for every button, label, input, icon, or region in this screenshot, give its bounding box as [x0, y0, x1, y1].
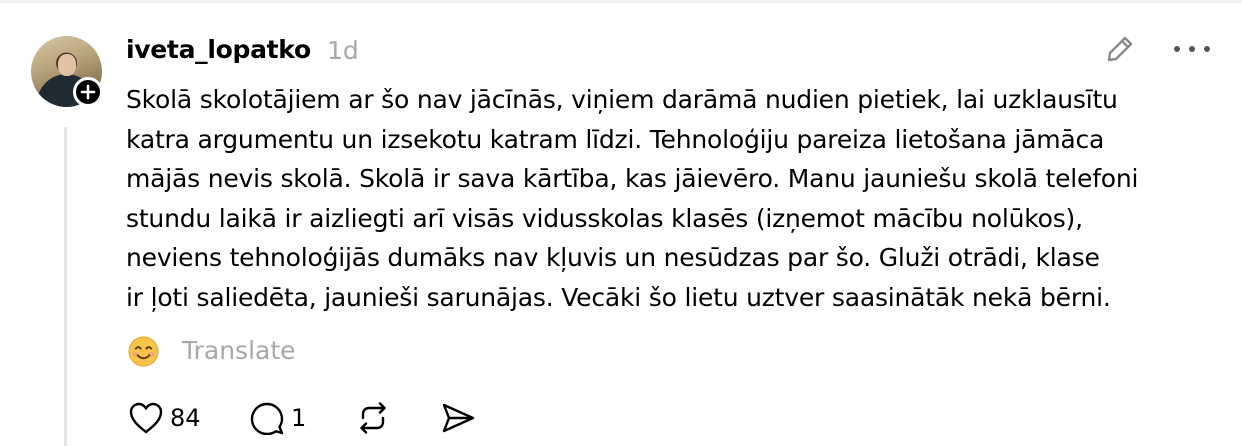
reply-count: 1: [291, 404, 307, 432]
speech-bubble-icon: [250, 402, 284, 435]
repost-icon: [360, 402, 386, 434]
post-body: Skolā skolotājiem ar šo nav jācīnās, viņ…: [126, 80, 1226, 317]
top-divider: [0, 0, 1242, 3]
like-count: 84: [170, 404, 201, 432]
follow-button[interactable]: [73, 77, 103, 107]
post-text-line: Skolā skolotājiem ar šo nav jācīnās, viņ…: [126, 85, 1118, 114]
timestamp[interactable]: 1d: [327, 34, 359, 68]
send-icon: [442, 403, 475, 433]
plus-icon: [80, 84, 96, 100]
post-text-line: neviens tehnoloģijās dumāks nav kļuvis u…: [126, 243, 1100, 272]
avatar-face: [58, 54, 76, 76]
share-button[interactable]: [440, 399, 476, 437]
more-horizontal-icon[interactable]: [1172, 43, 1212, 55]
reply-button[interactable]: 1: [249, 399, 306, 437]
post-text-line: ir ļoti saliedēta, jaunieši sarunājas. V…: [126, 282, 1111, 312]
smiling-face-emoji-icon: [128, 336, 159, 367]
heart-icon: [129, 402, 163, 434]
post-text-line: mājās nevis skolā. Skolā ir sava kārtība…: [126, 164, 1139, 193]
username[interactable]: iveta_lopatko: [126, 33, 311, 67]
like-button[interactable]: 84: [128, 399, 201, 437]
post-text-line: stundu laikā ir aizliegti arī visās vidu…: [126, 203, 1083, 233]
repost-button[interactable]: [355, 399, 391, 437]
translate-link[interactable]: Translate: [182, 334, 296, 368]
thread-line: [64, 127, 67, 446]
pencil-icon[interactable]: [1104, 33, 1136, 65]
post-text-line: katra argumentu un izsekotu katram līdzi…: [126, 124, 1105, 154]
